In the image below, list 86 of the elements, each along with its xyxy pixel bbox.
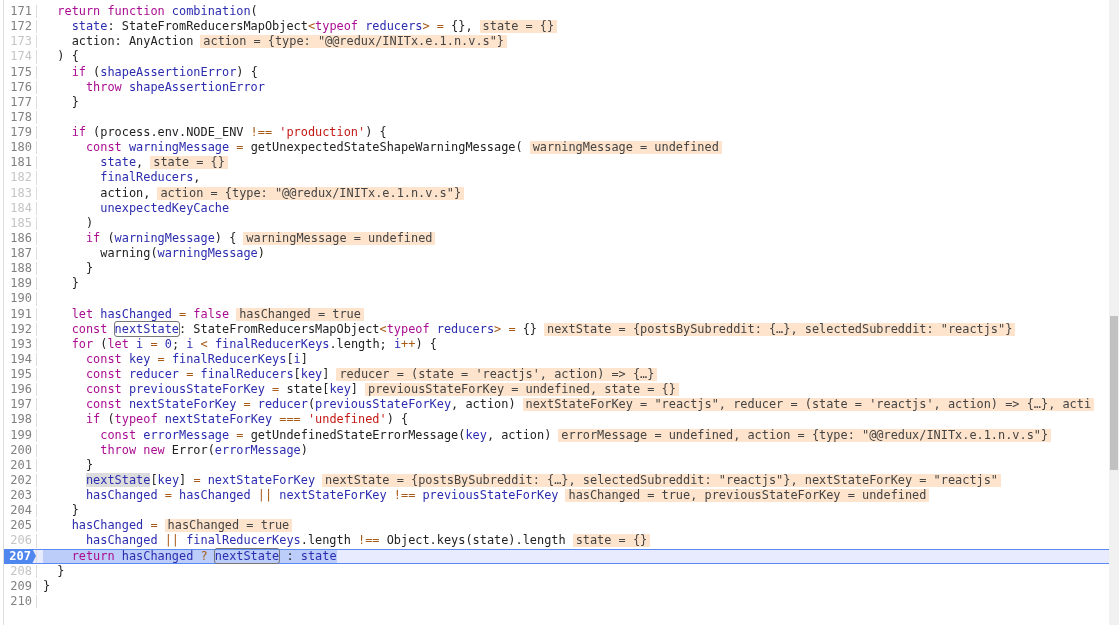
code-line: throw new Error(errorMessage)	[99, 443, 308, 457]
inline-value: nextStateForKey = "reactjs", reducer = (state = 'reactjs', action) => {…}, acti	[522, 398, 1095, 412]
code-line: const warningMessage = getUnexpectedStateShapeWarningMessage(	[84, 141, 523, 155]
code-line: if (process.env.NODE_ENV !== 'production') {	[70, 126, 387, 140]
code-line: finalReducers,	[99, 171, 201, 185]
inline-value: state = {}	[572, 534, 651, 548]
line-number[interactable]: 177	[4, 94, 32, 110]
line-number[interactable]: 191	[4, 306, 32, 322]
code-line: ) {	[56, 50, 79, 64]
line-number[interactable]: 199	[4, 427, 32, 443]
inline-value: hasChanged = true, previousStateForKey = undefined	[565, 489, 930, 503]
code-line: const reducer = finalReducers[key]	[84, 368, 330, 382]
code-line: const previousStateForKey = state[key]	[84, 383, 359, 397]
line-number[interactable]: 201	[4, 457, 32, 473]
code-line: hasChanged = hasChanged || nextStateForKey !== previousStateForKey	[84, 489, 559, 503]
line-number[interactable]: 210	[4, 593, 32, 609]
line-number[interactable]: 187	[4, 246, 32, 262]
line-number[interactable]: 188	[4, 261, 32, 277]
inline-value: hasChanged = true	[164, 519, 293, 533]
code-line: }	[43, 579, 51, 593]
line-number[interactable]: 200	[4, 442, 32, 458]
code-line: let hasChanged = false	[70, 307, 230, 321]
inline-value: nextState = {postsBySubreddit: {…}, selectedSubreddit: "reactjs"}, nextStateForKey = "reactjs"	[322, 473, 1002, 487]
line-number[interactable]: 209	[4, 578, 32, 594]
scrollbar-thumb[interactable]	[1110, 316, 1118, 470]
inline-value: warningMessage = undefined	[243, 231, 436, 245]
code-line: )	[84, 216, 94, 230]
code-line: const nextState: StateFromReducersMapObject<typeof reducers> = {}	[70, 322, 538, 336]
line-number[interactable]: 175	[4, 64, 32, 80]
line-number[interactable]: 172	[4, 19, 32, 35]
line-number[interactable]: 194	[4, 351, 32, 367]
scrollbar-track[interactable]	[1109, 0, 1119, 625]
inline-value: state = {}	[479, 20, 558, 34]
code-line: warning(warningMessage)	[99, 247, 265, 261]
code-line: nextState[key] = nextStateForKey	[84, 473, 316, 487]
line-number[interactable]: 180	[4, 140, 32, 156]
code-line: const key = finalReducerKeys[i]	[84, 352, 308, 366]
code-line: }	[84, 262, 94, 276]
inline-value: errorMessage = undefined, action = {type: "@@redux/INITx.e.1.n.v.s"}	[558, 428, 1052, 442]
line-number[interactable]: 197	[4, 397, 32, 413]
inline-value: nextState = {postsBySubreddit: {…}, selectedSubreddit: "reactjs"}	[544, 322, 1016, 336]
line-number[interactable]: 198	[4, 412, 32, 428]
line-number[interactable]: 195	[4, 367, 32, 383]
code-line: if (typeof nextStateForKey === 'undefined') {	[84, 413, 409, 427]
code-line: }	[70, 504, 79, 518]
inline-value: hasChanged = true	[236, 307, 364, 321]
code-line: if (shapeAssertionError) {	[70, 65, 258, 79]
line-number[interactable]: 186	[4, 230, 32, 246]
code-line: }	[70, 95, 79, 109]
code-line: for (let i = 0; i < finalReducerKeys.length; i++) {	[70, 337, 437, 351]
inline-value: state = {}	[150, 156, 228, 170]
line-number[interactable]: 193	[4, 336, 32, 352]
code-line: hasChanged || finalReducerKeys.length !== Object.keys(state).length	[84, 534, 566, 548]
code-line: }	[56, 564, 65, 578]
line-number[interactable]: 203	[4, 488, 32, 504]
inline-value: warningMessage = undefined	[529, 141, 722, 155]
line-number[interactable]: 196	[4, 382, 32, 398]
code-line: hasChanged =	[70, 519, 158, 533]
line-number[interactable]: 178	[4, 109, 32, 125]
code-line: return function combination(	[56, 5, 258, 19]
code-line: throw shapeAssertionError	[84, 80, 265, 94]
code-line: }	[84, 458, 94, 472]
code-line: if (warningMessage) {	[84, 231, 237, 245]
line-number[interactable]: 189	[4, 276, 32, 292]
line-number[interactable]: 207	[4, 548, 36, 564]
line-number[interactable]: 192	[4, 321, 32, 337]
code-line: action: AnyAction	[70, 35, 194, 49]
code-line: const nextStateForKey = reducer(previousStateForKey, action)	[84, 398, 516, 412]
code-line: state,	[99, 156, 144, 170]
line-number[interactable]: 179	[4, 125, 32, 141]
code-line: }	[70, 277, 79, 291]
line-number[interactable]: 202	[4, 472, 32, 488]
line-number[interactable]: 190	[4, 291, 32, 307]
inline-value: action = {type: "@@redux/INITx.e.1.n.v.s"}	[200, 35, 507, 49]
line-number[interactable]: 171	[4, 4, 32, 20]
line-number[interactable]: 204	[4, 503, 32, 519]
line-number[interactable]: 181	[4, 155, 32, 171]
code-line: const errorMessage = getUndefinedStateErrorMessage(key, action)	[99, 428, 552, 442]
code-line: state: StateFromReducersMapObject<typeof reducers> = {},	[70, 20, 473, 34]
code-line: action,	[99, 186, 151, 200]
inline-value: action = {type: "@@redux/INITx.e.1.n.v.s"}	[157, 186, 465, 200]
inline-value: reducer = (state = 'reactjs', action) => {…}	[336, 368, 658, 382]
line-number[interactable]: 205	[4, 518, 32, 534]
code-line: unexpectedKeyCache	[99, 201, 230, 215]
line-number[interactable]: 176	[4, 79, 32, 95]
inline-value: previousStateForKey = undefined, state = {}	[365, 383, 679, 397]
